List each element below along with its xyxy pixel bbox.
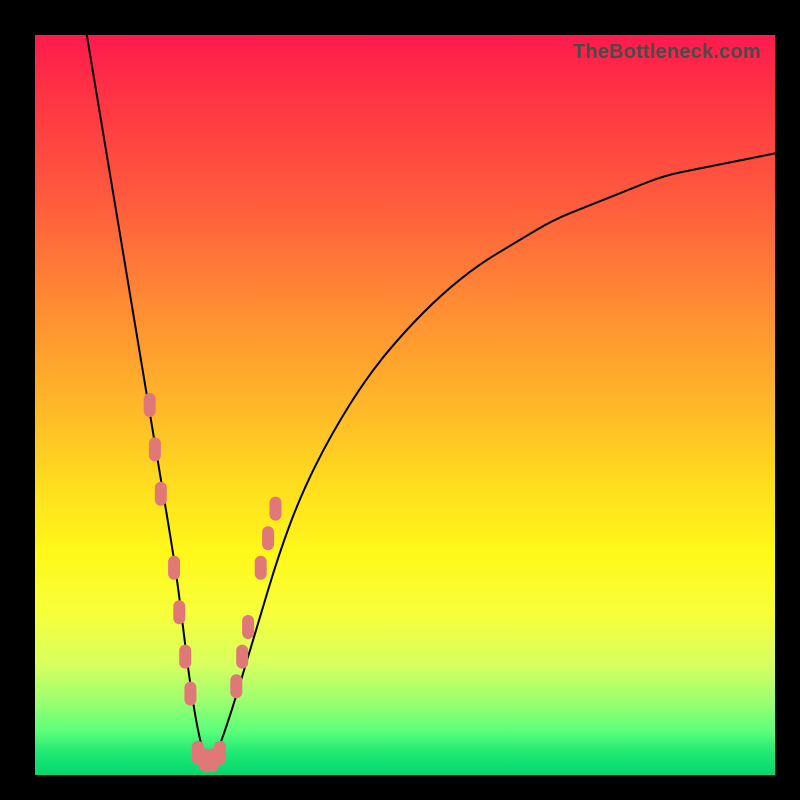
curve-svg [35,35,775,775]
marker-group [144,393,282,772]
curve-marker [184,682,196,706]
curve-marker [144,393,156,417]
curve-marker [270,497,282,521]
curve-marker [242,615,254,639]
outer-frame: TheBottleneck.com [0,0,800,800]
curve-marker [179,645,191,669]
curve-marker [236,645,248,669]
curve-marker [230,674,242,698]
plot-area: TheBottleneck.com [35,35,775,775]
curve-marker [168,556,180,580]
curve-marker [262,526,274,550]
curve-marker [255,556,267,580]
curve-marker [173,600,185,624]
curve-marker [155,482,167,506]
curve-marker [214,741,226,765]
curve-marker [149,437,161,461]
